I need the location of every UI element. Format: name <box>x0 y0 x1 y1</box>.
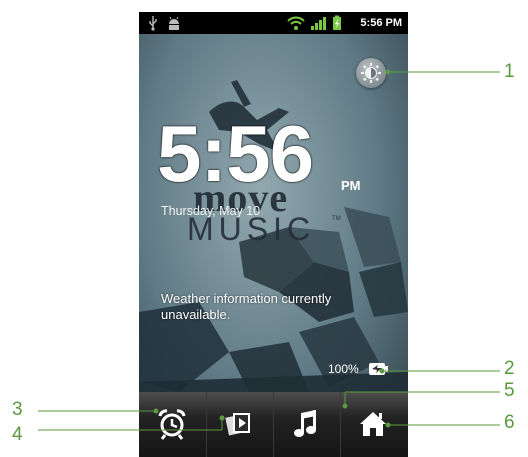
callout-label-6: 6 <box>504 412 515 433</box>
callout-lines <box>38 69 500 431</box>
callout-label-2: 2 <box>504 358 515 379</box>
callout-label-3: 3 <box>12 399 23 420</box>
callout-label-5: 5 <box>504 380 515 401</box>
callout-label-1: 1 <box>504 61 515 82</box>
callout-label-4: 4 <box>12 424 23 445</box>
